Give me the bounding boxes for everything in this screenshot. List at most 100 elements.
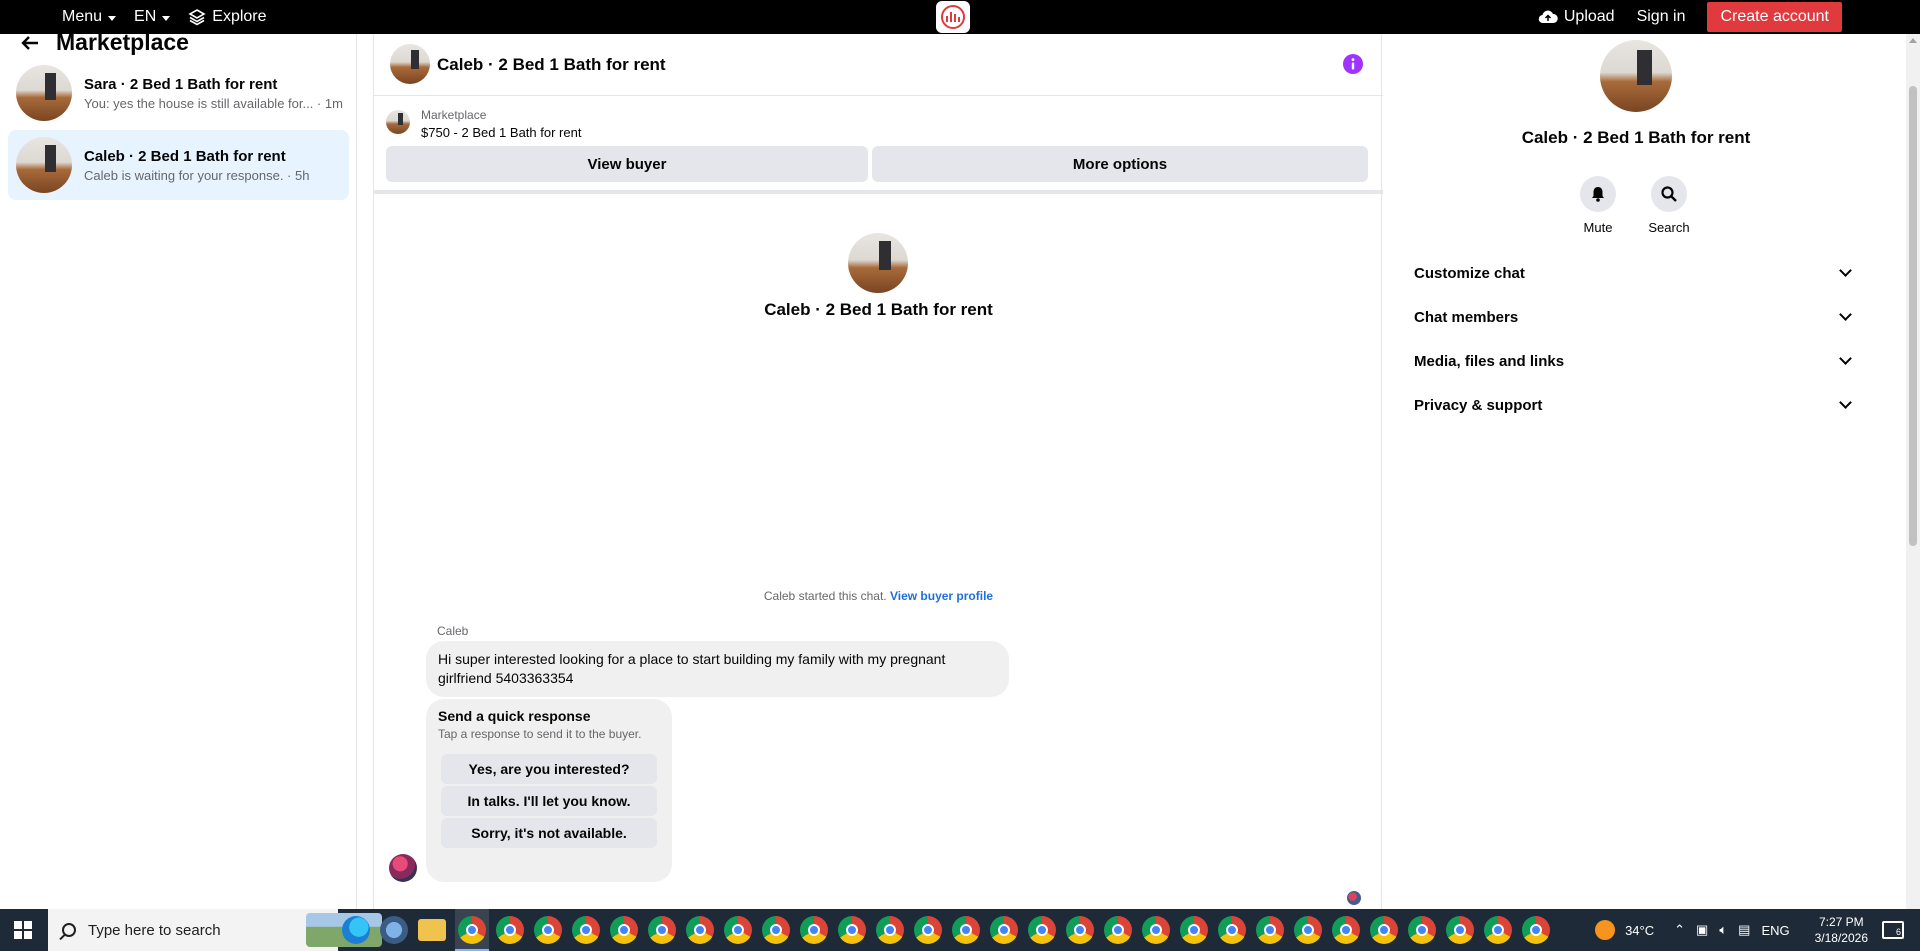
chrome-window-icon[interactable]: [1066, 916, 1094, 944]
chrome-window-icon[interactable]: [876, 916, 904, 944]
logo-mark-icon: [941, 5, 965, 29]
conversation-title: Sara · 2 Bed 1 Bath for rent: [84, 75, 278, 93]
site-logo[interactable]: [936, 1, 970, 33]
taskbar-clock[interactable]: 7:27 PM 3/18/2026: [1815, 914, 1868, 946]
scroll-up-arrow-icon[interactable]: [1909, 38, 1917, 43]
network-icon[interactable]: ▤: [1738, 922, 1750, 938]
chrome-window-icon[interactable]: [1028, 916, 1056, 944]
top-navigation-bar: Menu EN Explore Upload Sign in Create ac…: [0, 0, 1920, 34]
back-arrow-icon[interactable]: [20, 35, 40, 51]
quick-response-yes-button[interactable]: Yes, are you interested?: [441, 754, 657, 784]
message-bubble: Hi super interested looking for a place …: [426, 641, 1009, 697]
chrome-window-icon[interactable]: [990, 916, 1018, 944]
chat-header: Caleb · 2 Bed 1 Bath for rent: [374, 34, 1383, 96]
chrome-window-icon[interactable]: [1256, 916, 1284, 944]
page-title: Marketplace: [56, 34, 189, 55]
conversation-item-sara[interactable]: Sara · 2 Bed 1 Bath for rent You: yes th…: [8, 58, 349, 128]
chrome-window-icon[interactable]: [1446, 916, 1474, 944]
taskbar-search-box[interactable]: Type here to search: [48, 909, 382, 951]
notification-center-icon[interactable]: 6: [1882, 921, 1904, 939]
create-account-label: Create account: [1720, 8, 1829, 25]
chrome-window-icon[interactable]: [1294, 916, 1322, 944]
chrome-window-icon[interactable]: [1370, 916, 1398, 944]
customize-chat-section[interactable]: Customize chat: [1414, 255, 1856, 291]
section-label: Customize chat: [1414, 264, 1525, 282]
chrome-window-icon[interactable]: [610, 916, 638, 944]
chat-details-panel: Caleb · 2 Bed 1 Bath for rent Mute Searc…: [1398, 34, 1874, 909]
media-files-links-section[interactable]: Media, files and links: [1414, 343, 1856, 379]
quick-response-not-available-button[interactable]: Sorry, it's not available.: [441, 818, 657, 848]
chrome-window-icon[interactable]: [686, 916, 714, 944]
chrome-window-icon[interactable]: [1104, 916, 1132, 944]
conversation-text: Caleb · 2 Bed 1 Bath for rent Caleb is w…: [84, 148, 309, 183]
language-dropdown[interactable]: EN: [134, 8, 171, 26]
chrome-window-icon[interactable]: [648, 916, 676, 944]
mute-button-circle: [1580, 176, 1616, 212]
chrome-window-icon[interactable]: [952, 916, 980, 944]
chrome-window-icon[interactable]: [1142, 916, 1170, 944]
chrome-window-icon[interactable]: [914, 916, 942, 944]
section-label: Chat members: [1414, 308, 1519, 326]
windows-start-icon[interactable]: [14, 921, 32, 939]
chrome-window-icon[interactable]: [838, 916, 866, 944]
chrome-window-icon[interactable]: [1332, 916, 1360, 944]
conversation-text: Sara · 2 Bed 1 Bath for rent You: yes th…: [84, 76, 343, 111]
explore-link[interactable]: Explore: [188, 8, 267, 26]
privacy-support-section[interactable]: Privacy & support: [1414, 387, 1856, 423]
listing-thumbnail[interactable]: [386, 110, 410, 134]
temperature[interactable]: 34°C: [1625, 923, 1654, 938]
scrollbar-thumb[interactable]: [1909, 86, 1917, 546]
create-account-button[interactable]: Create account: [1707, 2, 1842, 32]
notification-count: 6: [1895, 927, 1901, 937]
chrome-window-icon[interactable]: [458, 916, 486, 944]
conversation-preview: Caleb is waiting for your response. · 5h: [84, 167, 310, 183]
upload-button[interactable]: Upload: [1538, 8, 1615, 26]
chat-header-avatar[interactable]: [390, 44, 430, 84]
mute-button[interactable]: Mute: [1568, 176, 1628, 235]
chrome-window-icon[interactable]: [496, 916, 524, 944]
menu-dropdown[interactable]: Menu: [62, 8, 117, 26]
chrome-window-icon[interactable]: [1180, 916, 1208, 944]
conversation-title: Caleb · 2 Bed 1 Bath for rent: [84, 147, 286, 165]
edge-browser-icon[interactable]: [342, 916, 370, 944]
chevron-down-icon: [1839, 264, 1852, 277]
taskbar-search-placeholder: Type here to search: [88, 921, 221, 939]
chevron-down-icon: [1839, 396, 1852, 409]
cloud-upload-icon: [1538, 10, 1558, 24]
read-receipt-avatar: [1347, 891, 1361, 905]
speaker-icon[interactable]: 🔈︎: [1719, 922, 1727, 938]
quick-response-subtitle: Tap a response to send it to the buyer.: [438, 727, 642, 741]
chrome-window-icon[interactable]: [800, 916, 828, 944]
sign-in-link[interactable]: Sign in: [1637, 8, 1686, 26]
chrome-window-icon[interactable]: [724, 916, 752, 944]
chat-header-title[interactable]: Caleb · 2 Bed 1 Bath for rent: [437, 55, 666, 75]
chrome-window-icon[interactable]: [534, 916, 562, 944]
file-explorer-icon[interactable]: [418, 919, 446, 941]
buyer-avatar: [389, 854, 417, 882]
chrome-window-icon[interactable]: [1218, 916, 1246, 944]
chrome-window-icon[interactable]: [1408, 916, 1436, 944]
more-options-button[interactable]: More options: [872, 146, 1368, 182]
input-language[interactable]: ENG: [1761, 923, 1789, 938]
message-sender-name: Caleb: [437, 624, 469, 638]
weather-sun-icon[interactable]: [1595, 920, 1616, 940]
listing-price[interactable]: $750 - 2 Bed 1 Bath for rent: [421, 125, 581, 140]
chevron-up-icon[interactable]: ⌃: [1674, 922, 1685, 938]
quick-response-card: Send a quick response Tap a response to …: [426, 699, 672, 882]
conversation-list-panel: Marketplace Sara · 2 Bed 1 Bath for rent…: [0, 34, 357, 909]
conversation-item-caleb[interactable]: Caleb · 2 Bed 1 Bath for rent Caleb is w…: [8, 130, 349, 200]
quick-response-in-talks-button[interactable]: In talks. I'll let you know.: [441, 786, 657, 816]
chat-members-section[interactable]: Chat members: [1414, 299, 1856, 335]
chrome-window-icon[interactable]: [762, 916, 790, 944]
chrome-window-icon[interactable]: [572, 916, 600, 944]
info-icon[interactable]: [1343, 54, 1363, 74]
view-buyer-button[interactable]: View buyer: [386, 146, 868, 182]
chrome-window-icon[interactable]: [1522, 916, 1550, 944]
page-scrollbar[interactable]: [1906, 34, 1920, 909]
view-buyer-profile-link[interactable]: View buyer profile: [890, 589, 993, 603]
chrome-window-icon[interactable]: [1484, 916, 1512, 944]
device-icon[interactable]: ▣: [1696, 922, 1708, 938]
chat-started-notice: Caleb started this chat. View buyer prof…: [374, 589, 1383, 603]
search-in-chat-button[interactable]: Search: [1639, 176, 1699, 235]
weather-app-icon[interactable]: [380, 916, 408, 944]
